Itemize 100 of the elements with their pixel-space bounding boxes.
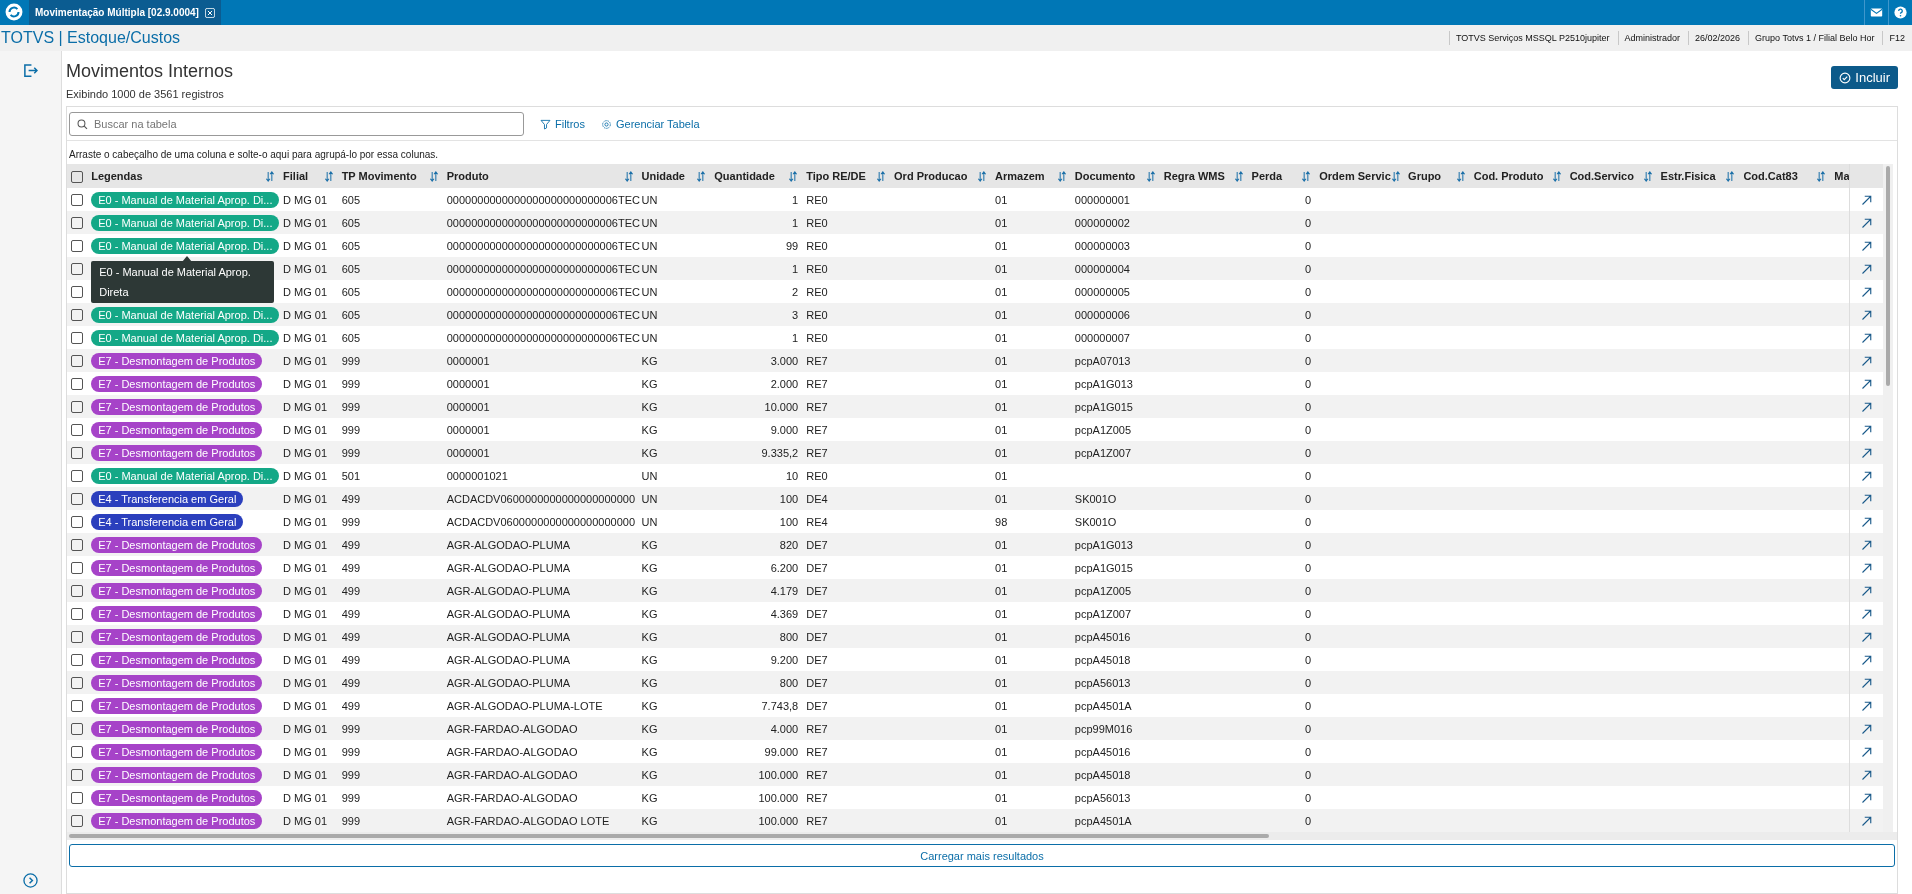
close-icon[interactable] (204, 7, 215, 18)
checkbox[interactable] (71, 401, 83, 414)
open-arrow-icon[interactable] (1860, 331, 1873, 344)
open-arrow-icon[interactable] (1860, 193, 1873, 206)
include-button[interactable]: Incluir (1831, 66, 1898, 89)
open-arrow-icon[interactable] (1860, 308, 1873, 321)
checkbox[interactable] (71, 240, 83, 253)
checkbox[interactable] (71, 631, 83, 644)
checkbox[interactable] (71, 516, 83, 529)
search-field[interactable]: Buscar na tabela (69, 112, 524, 136)
checkbox[interactable] (71, 769, 83, 782)
table-cell: D MG 01 (279, 234, 338, 257)
checkbox[interactable] (71, 355, 83, 368)
manage-table-link[interactable]: Gerenciar Tabela (600, 118, 700, 130)
checkbox[interactable] (71, 562, 83, 575)
table-cell: RE0 (802, 464, 891, 487)
open-arrow-icon[interactable] (1860, 561, 1873, 574)
open-arrow-icon[interactable] (1860, 791, 1873, 804)
checkbox[interactable] (71, 723, 83, 736)
open-arrow-icon[interactable] (1860, 607, 1873, 620)
checkbox[interactable] (71, 470, 83, 483)
checkbox[interactable] (71, 332, 83, 345)
checkbox[interactable] (71, 309, 83, 322)
table-cell: UN (637, 487, 711, 510)
legend-tag: E0 - Manual de Material Aprop. Di... (91, 306, 280, 323)
legend-tag: E4 - Transferencia em Geral (91, 513, 244, 530)
column-header[interactable]: Legendas (91, 170, 143, 182)
table-cell: 01 (991, 763, 1071, 786)
checkbox[interactable] (71, 815, 83, 828)
open-arrow-icon[interactable] (1860, 239, 1873, 252)
open-arrow-icon[interactable] (1860, 423, 1873, 436)
checkbox[interactable] (71, 746, 83, 759)
table-cell: 0000000000000000000000000006TEC (442, 303, 638, 326)
table-cell: 0000001 (442, 395, 638, 418)
open-arrow-icon[interactable] (1860, 515, 1873, 528)
checkbox[interactable] (71, 608, 83, 621)
open-arrow-icon[interactable] (1860, 768, 1873, 781)
open-arrow-icon[interactable] (1860, 469, 1873, 482)
open-arrow-icon[interactable] (1860, 676, 1873, 689)
checkbox[interactable] (71, 654, 83, 667)
open-arrow-icon[interactable] (1860, 699, 1873, 712)
table-cell: AGR-ALGODAO-PLUMA (442, 648, 638, 671)
open-arrow-icon[interactable] (1860, 262, 1873, 275)
open-arrow-icon[interactable] (1860, 584, 1873, 597)
checkbox[interactable] (71, 217, 83, 230)
column-header[interactable]: Produto (446, 170, 489, 182)
checkbox[interactable] (71, 286, 83, 299)
open-arrow-icon[interactable] (1860, 377, 1873, 390)
checkbox[interactable] (71, 792, 83, 805)
tooltip: E0 - Manual de Material Aprop. Direta (91, 261, 275, 303)
open-arrow-icon[interactable] (1860, 722, 1873, 735)
table-cell: D MG 01 (279, 694, 338, 717)
table-cell: KG (637, 648, 711, 671)
checkbox[interactable] (71, 424, 83, 437)
checkbox[interactable] (71, 493, 83, 506)
load-more-button[interactable]: Carregar mais resultados (69, 844, 1895, 867)
table-cell: D MG 01 (279, 372, 338, 395)
open-arrow-icon[interactable] (1860, 400, 1873, 413)
table-cell: RE7 (802, 763, 891, 786)
checkbox[interactable] (71, 447, 83, 460)
table-cell: 000000004 (1070, 257, 1160, 280)
help-icon[interactable] (1894, 6, 1907, 19)
open-arrow-icon[interactable] (1860, 630, 1873, 643)
checkbox[interactable] (71, 194, 83, 207)
open-arrow-icon[interactable] (1860, 446, 1873, 459)
table-cell: D MG 01 (279, 395, 338, 418)
checkbox[interactable] (71, 700, 83, 713)
checkbox[interactable] (71, 170, 83, 183)
open-arrow-icon[interactable] (1860, 653, 1873, 666)
filters-link[interactable]: Filtros (540, 118, 585, 130)
open-arrow-icon[interactable] (1860, 814, 1873, 827)
window-tab[interactable]: Movimentação Múltipla [02.9.0004] (29, 0, 221, 25)
table-cell: KG (637, 372, 711, 395)
table-cell: 100 (710, 487, 803, 510)
table-cell: D MG 01 (279, 326, 338, 349)
table-cell: 1 (710, 188, 803, 211)
checkbox[interactable] (71, 677, 83, 690)
table-cell: AGR-FARDAO-ALGODAO (442, 740, 638, 763)
mail-icon[interactable] (1870, 6, 1883, 19)
open-arrow-icon[interactable] (1860, 285, 1873, 298)
open-arrow-icon[interactable] (1860, 492, 1873, 505)
horizontal-scrollbar[interactable] (67, 832, 1897, 840)
open-arrow-icon[interactable] (1860, 538, 1873, 551)
table-cell: 0000001 (442, 418, 638, 441)
table-cell: 499 (337, 625, 443, 648)
legend-tag: E7 - Desmontagem de Produtos (91, 605, 263, 622)
table-cell: AGR-ALGODAO-PLUMA (442, 625, 638, 648)
table-cell: 99 (710, 234, 803, 257)
page-title: Movimentos Internos (66, 61, 234, 82)
checkbox[interactable] (71, 539, 83, 552)
checkbox[interactable] (71, 263, 83, 276)
vertical-scrollbar[interactable] (1883, 164, 1893, 832)
open-arrow-icon[interactable] (1860, 354, 1873, 367)
expand-icon[interactable] (23, 873, 38, 888)
checkbox[interactable] (71, 585, 83, 598)
logout-icon[interactable] (23, 63, 38, 78)
table-cell: 7.743,8 (710, 694, 803, 717)
checkbox[interactable] (71, 378, 83, 391)
open-arrow-icon[interactable] (1860, 216, 1873, 229)
open-arrow-icon[interactable] (1860, 745, 1873, 758)
